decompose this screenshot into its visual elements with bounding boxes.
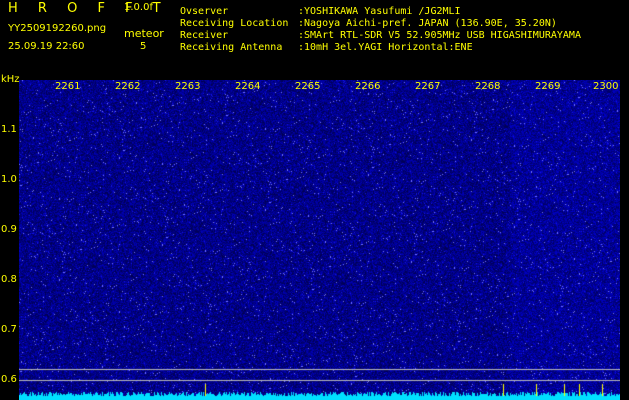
y-tick: 0.7 — [1, 324, 17, 335]
info-value-location: :Nagoya Aichi-pref. JAPAN (136.90E, 35.2… — [298, 18, 557, 29]
x-tick: 2264 — [235, 81, 261, 92]
filename-label: YY2509192260.png — [8, 23, 107, 34]
x-tick: 2268 — [475, 81, 501, 92]
info-value-antenna: :10mH 3el.YAGI Horizontal:ENE — [298, 42, 473, 53]
meteor-count: 5 — [140, 41, 147, 52]
info-label-location: Receiving Location — [180, 18, 289, 29]
info-label-receiver: Receiver — [180, 30, 229, 41]
meteor-label: meteor — [124, 27, 164, 40]
x-tick: 2261 — [55, 81, 81, 92]
version-label: 1.0.0f — [124, 2, 153, 13]
info-label-observer: Ovserver — [180, 6, 229, 17]
x-tick: 2267 — [415, 81, 441, 92]
spectrogram — [19, 80, 620, 400]
y-tick: 0.6 — [1, 374, 17, 385]
datetime-label: 25.09.19 22:60 — [8, 41, 85, 52]
info-label-antenna: Receiving Antenna — [180, 42, 283, 53]
y-tick: 1.0 — [1, 174, 17, 185]
x-tick: 2262 — [115, 81, 141, 92]
x-tick: 2265 — [295, 81, 321, 92]
x-tick: 2269 — [535, 81, 561, 92]
x-tick: 2300 — [593, 81, 619, 92]
y-tick: 0.8 — [1, 274, 17, 285]
info-value-receiver: :SMArt RTL-SDR V5 52.905MHz USB HIGASHIM… — [298, 30, 581, 41]
y-tick: 0.9 — [1, 224, 17, 235]
x-tick: 2266 — [355, 81, 381, 92]
y-axis-unit: kHz — [1, 74, 20, 85]
x-tick: 2263 — [175, 81, 201, 92]
y-tick: 1.1 — [1, 124, 17, 135]
info-value-observer: :YOSHIKAWA Yasufumi /JG2MLI — [298, 6, 461, 17]
